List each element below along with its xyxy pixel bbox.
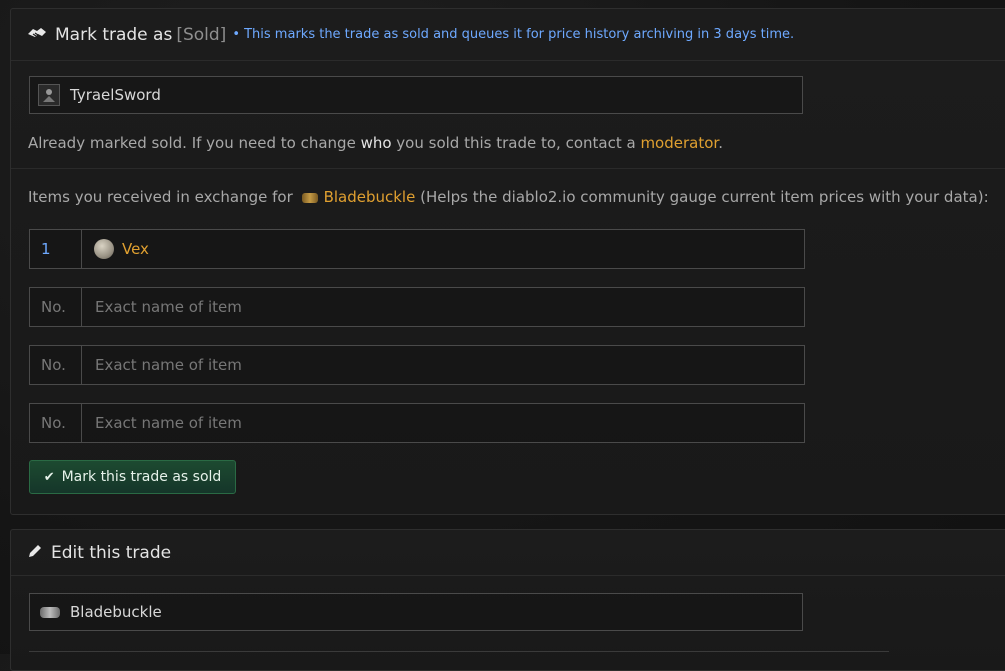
received-item-row: No. Exact name of item [29,287,805,327]
pencil-icon [27,543,43,563]
mark-sold-button[interactable]: ✔ Mark this trade as sold [29,460,236,494]
received-item-row: No. Exact name of item [29,345,805,385]
notice-prefix: Already marked sold. If you need to chan… [28,134,361,152]
rune-icon [94,239,114,259]
mark-sold-header: Mark trade as [Sold] • This marks the tr… [11,9,1005,61]
quantity-input[interactable]: No. [30,404,82,442]
trade-item-field[interactable]: Bladebuckle [29,593,803,631]
edit-trade-title: Edit this trade [51,542,172,563]
item-name: Vex [122,240,149,258]
moderator-link[interactable]: moderator [640,134,718,152]
edit-trade-panel: Edit this trade Bladebuckle [10,529,1005,671]
quantity-input[interactable]: No. [30,346,82,384]
exchange-prefix: Items you received in exchange for [28,188,293,206]
handshake-icon [27,25,47,45]
item-name-input[interactable]: Exact name of item [82,288,804,326]
divider [11,168,1005,169]
toolbar-strip [29,651,889,658]
edit-trade-header: Edit this trade [11,530,1005,576]
item-name-field[interactable]: Vex [82,230,804,268]
notice-suffix: . [718,134,723,152]
archiving-note: • This marks the trade as sold and queue… [232,27,795,42]
belt-icon [40,606,60,618]
belt-icon [301,192,318,203]
avatar [38,84,60,106]
buyer-field: TyraelSword [29,76,803,114]
received-item-row: No. Exact name of item [29,403,805,443]
submit-label: Mark this trade as sold [61,469,222,485]
notice-emphasis: who [360,134,392,152]
exchange-item-link[interactable]: Bladebuckle [324,188,416,206]
already-sold-notice: Already marked sold. If you need to chan… [28,134,723,152]
notice-middle: you sold this trade to, contact a [391,134,641,152]
buyer-name: TyraelSword [70,86,161,104]
exchange-description: Items you received in exchange for Blade… [28,188,989,206]
quantity-input[interactable]: No. [30,288,82,326]
mark-sold-title: Mark trade as [55,24,173,45]
check-icon: ✔ [43,469,55,485]
item-name-input[interactable]: Exact name of item [82,346,804,384]
received-item-row: 1 Vex [29,229,805,269]
exchange-suffix: (Helps the diablo2.io community gauge cu… [420,188,989,206]
item-name-input[interactable]: Exact name of item [82,404,804,442]
mark-sold-panel: Mark trade as [Sold] • This marks the tr… [10,8,1005,515]
trade-item-name: Bladebuckle [70,603,162,621]
quantity-field[interactable]: 1 [30,230,82,268]
sold-tag: [Sold] [176,24,227,45]
